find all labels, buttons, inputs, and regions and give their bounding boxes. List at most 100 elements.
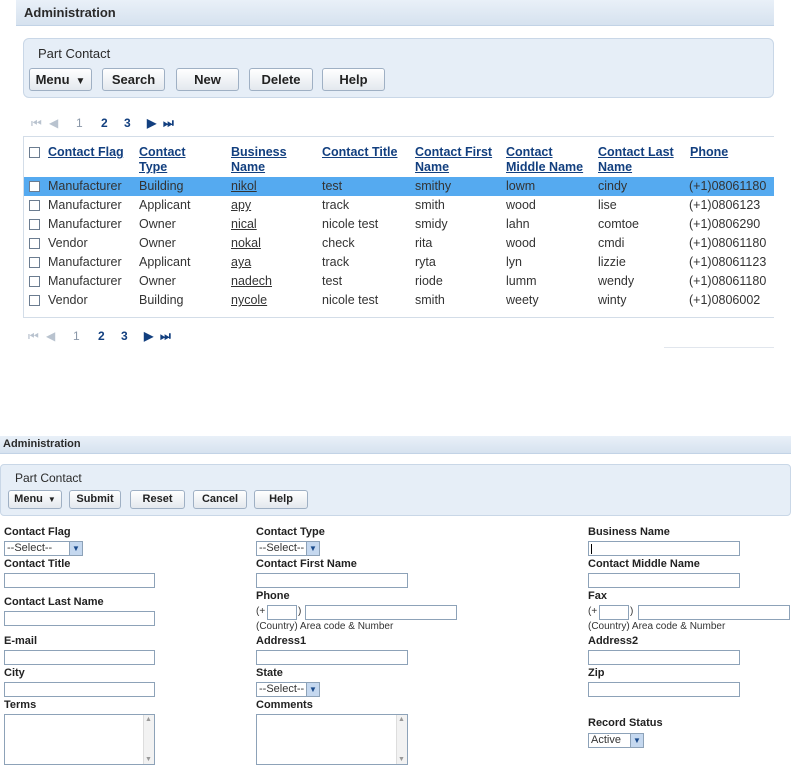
scroll-down-icon[interactable]: ▼ [144,756,153,763]
menu-button[interactable]: Menu ▼ [8,490,62,509]
address1-input[interactable] [256,650,408,665]
help-button[interactable]: Help [254,490,308,509]
cell-business[interactable]: nical [231,217,257,231]
cell-flag: Manufacturer [48,274,122,288]
page-3-link[interactable]: 3 [121,329,128,343]
col-contact-type[interactable]: Contact Type [139,145,199,175]
scroll-down-icon[interactable]: ▼ [397,756,406,763]
help-button[interactable]: Help [322,68,385,91]
pagination-top: ⏮ ◀ 1 2 3 ▶ ⏭ [31,116,231,132]
contact-title-input[interactable] [4,573,155,588]
table-row[interactable]: Manufacturer Owner nadech test riode lumm wend… [24,272,774,291]
cell-type: Building [139,179,184,193]
contact-middle-name-label: Contact Middle Name [588,558,700,570]
record-status-select[interactable]: Active ▼ [588,733,644,748]
cell-business[interactable]: apy [231,198,251,212]
prev-page-icon[interactable]: ◀ [46,329,55,343]
business-name-input[interactable] [588,541,740,556]
first-page-icon[interactable]: ⏮ [28,329,39,344]
last-page-icon[interactable]: ⏭ [163,116,174,131]
page-3-link[interactable]: 3 [124,116,131,130]
col-contact-first-name[interactable]: Contact First Name [415,145,500,175]
page-1: 1 [76,116,83,130]
reset-button[interactable]: Reset [130,490,185,509]
comments-textarea[interactable]: ▲ ▼ [256,714,408,765]
terms-textarea[interactable]: ▲ ▼ [4,714,155,765]
menu-button[interactable]: Menu ▼ [29,68,92,91]
row-checkbox[interactable] [29,238,40,249]
chevron-down-icon: ▼ [306,683,319,696]
contact-type-select[interactable]: --Select-- ▼ [256,541,320,556]
last-page-icon[interactable]: ⏭ [160,329,171,344]
cell-title: check [322,236,355,250]
cell-business[interactable]: nadech [231,274,272,288]
select-all-checkbox[interactable] [29,147,40,158]
contact-first-name-input[interactable] [256,573,408,588]
chevron-down-icon: ▼ [69,542,82,555]
fax-number-input[interactable] [638,605,790,620]
search-button[interactable]: Search [102,68,165,91]
table-row[interactable]: Vendor Building nycole nicole test smith weet… [24,291,774,310]
first-page-icon[interactable]: ⏮ [31,116,42,131]
row-checkbox[interactable] [29,219,40,230]
col-business-name[interactable]: Business Name [231,145,296,175]
cancel-button[interactable]: Cancel [193,490,247,509]
table-row[interactable]: Manufacturer Applicant aya track ryta lyn lizz… [24,253,774,272]
row-checkbox[interactable] [29,295,40,306]
city-input[interactable] [4,682,155,697]
address2-input[interactable] [588,650,740,665]
part-contact-form-panel: Part Contact Menu ▼ Submit Reset Cancel H… [0,464,791,516]
page-2-link[interactable]: 2 [101,116,108,130]
next-page-icon[interactable]: ▶ [147,116,156,130]
cell-first: rita [415,236,433,250]
table-row[interactable]: Vendor Owner nokal check rita wood cmdi (+1)080… [24,234,774,253]
new-button[interactable]: New [176,68,239,91]
cell-business[interactable]: nokal [231,236,261,250]
cell-first: smithy [415,179,452,193]
fax-country-input[interactable] [599,605,629,620]
scroll-up-icon[interactable]: ▲ [397,716,406,723]
cell-business[interactable]: aya [231,255,251,269]
next-page-icon[interactable]: ▶ [144,329,153,343]
prev-page-icon[interactable]: ◀ [49,116,58,130]
table-row[interactable]: Manufacturer Building nikol test smithy lowm c… [24,177,774,196]
state-select[interactable]: --Select-- ▼ [256,682,320,697]
table-row[interactable]: Manufacturer Owner nical nicole test smidy la… [24,215,774,234]
cell-phone: (+1)08061123 [689,255,767,269]
table-row[interactable]: Manufacturer Applicant apy track smith wood li… [24,196,774,215]
admin-header-form: Administration [0,436,791,454]
row-checkbox[interactable] [29,276,40,287]
row-checkbox[interactable] [29,257,40,268]
cell-last: wendy [598,274,635,288]
submit-button[interactable]: Submit [69,490,121,509]
page-2-link[interactable]: 2 [98,329,105,343]
contact-flag-value: --Select-- [7,542,53,554]
col-contact-middle-name[interactable]: Contact Middle Name [506,145,591,175]
col-contact-title[interactable]: Contact Title [322,145,397,160]
cell-title: track [322,198,350,212]
row-checkbox[interactable] [29,181,40,192]
fax-label: Fax [588,590,607,602]
cell-business[interactable]: nikol [231,179,257,193]
phone-label: Phone [256,590,290,602]
cell-phone: (+1)0806123 [689,198,761,212]
contact-last-name-input[interactable] [4,611,155,626]
cell-type: Owner [139,236,176,250]
row-checkbox[interactable] [29,200,40,211]
scroll-up-icon[interactable]: ▲ [144,716,153,723]
fax-hint: (Country) Area code & Number [588,621,726,632]
col-contact-last-name[interactable]: Contact Last Name [598,145,683,175]
phone-country-input[interactable] [267,605,297,620]
delete-button[interactable]: Delete [249,68,313,91]
panel-title: Part Contact [38,46,111,61]
cell-first: riode [415,274,443,288]
email-input[interactable] [4,650,155,665]
admin-title: Administration [24,5,116,20]
zip-input[interactable] [588,682,740,697]
phone-number-input[interactable] [305,605,457,620]
contact-flag-select[interactable]: --Select-- ▼ [4,541,83,556]
col-phone[interactable]: Phone [690,145,728,160]
contact-middle-name-input[interactable] [588,573,740,588]
col-contact-flag[interactable]: Contact Flag [48,145,124,160]
cell-business[interactable]: nycole [231,293,267,307]
